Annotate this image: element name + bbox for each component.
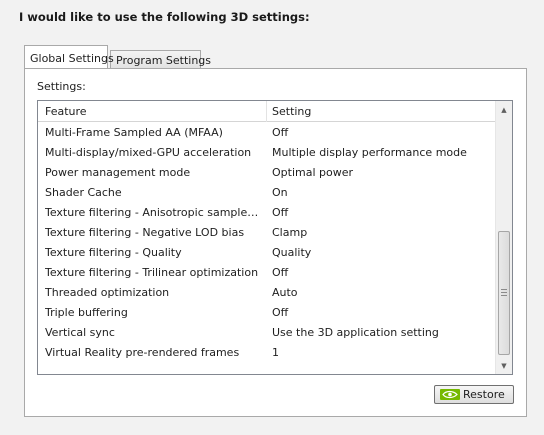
list-header: Feature Setting — [38, 101, 496, 122]
table-row[interactable]: Shader Cache On — [38, 183, 496, 203]
feature-cell: Threaded optimization — [45, 286, 170, 299]
table-row[interactable]: Texture filtering - Quality Quality — [38, 243, 496, 263]
setting-cell[interactable]: Off — [272, 126, 492, 139]
table-row[interactable]: Multi-Frame Sampled AA (MFAA) Off — [38, 123, 496, 143]
global-settings-panel: Settings: Feature Setting Multi-Frame Sa… — [24, 68, 527, 417]
chevron-down-icon[interactable]: ▼ — [496, 357, 512, 374]
tab-program-settings[interactable]: Program Settings — [110, 50, 211, 68]
restore-button-label: Restore — [463, 388, 505, 401]
feature-cell: Multi-Frame Sampled AA (MFAA) — [45, 126, 223, 139]
feature-cell: Shader Cache — [45, 186, 122, 199]
column-header-setting[interactable]: Setting — [272, 105, 311, 118]
page-title: I would like to use the following 3D set… — [19, 10, 310, 24]
setting-cell[interactable]: Off — [272, 206, 492, 219]
setting-cell[interactable]: Auto — [272, 286, 492, 299]
feature-cell: Texture filtering - Trilinear optimizati… — [45, 266, 259, 279]
feature-cell: Texture filtering - Anisotropic sample o… — [45, 206, 261, 219]
setting-cell[interactable]: Multiple display performance mode — [272, 146, 492, 159]
setting-cell[interactable]: On — [272, 186, 492, 199]
table-row[interactable]: Threaded optimization Auto — [38, 283, 496, 303]
vertical-scrollbar[interactable]: ▲ ▼ — [495, 101, 512, 374]
nvidia-logo-icon — [440, 389, 460, 400]
scrollbar-thumb[interactable] — [498, 231, 510, 355]
setting-cell[interactable]: Clamp — [272, 226, 492, 239]
table-row[interactable]: Multi-display/mixed-GPU acceleration Mult… — [38, 143, 496, 163]
setting-cell[interactable]: 1 — [272, 346, 492, 359]
setting-cell[interactable]: Optimal power — [272, 166, 492, 179]
setting-cell[interactable]: Use the 3D application setting — [272, 326, 492, 339]
feature-cell: Power management mode — [45, 166, 191, 179]
table-row[interactable]: Vertical sync Use the 3D application sett… — [38, 323, 496, 343]
tab-global-settings[interactable]: Global Settings — [24, 45, 114, 68]
restore-button[interactable]: Restore — [434, 385, 514, 404]
feature-cell: Multi-display/mixed-GPU acceleration — [45, 146, 252, 159]
feature-cell: Texture filtering - Negative LOD bias — [45, 226, 245, 239]
settings-label: Settings: — [37, 80, 86, 93]
table-row[interactable]: Virtual Reality pre-rendered frames 1 — [38, 343, 496, 363]
table-row[interactable]: Texture filtering - Negative LOD bias Cla… — [38, 223, 496, 243]
feature-cell: Texture filtering - Quality — [45, 246, 182, 259]
chevron-up-icon[interactable]: ▲ — [496, 101, 512, 118]
column-divider[interactable] — [266, 101, 267, 122]
table-row[interactable]: Texture filtering - Trilinear optimizati… — [38, 263, 496, 283]
table-row[interactable]: Power management mode Optimal power — [38, 163, 496, 183]
column-header-feature[interactable]: Feature — [45, 105, 87, 118]
settings-rows: Multi-Frame Sampled AA (MFAA) Off Multi-di… — [38, 123, 496, 363]
grip-icon — [501, 289, 507, 296]
table-row[interactable]: Texture filtering - Anisotropic sample o… — [38, 203, 496, 223]
settings-list[interactable]: Feature Setting Multi-Frame Sampled AA (… — [37, 100, 513, 375]
setting-cell[interactable]: Off — [272, 266, 492, 279]
feature-cell: Vertical sync — [45, 326, 115, 339]
setting-cell[interactable]: Quality — [272, 246, 492, 259]
setting-cell[interactable]: Off — [272, 306, 492, 319]
feature-cell: Triple buffering — [45, 306, 128, 319]
feature-cell: Virtual Reality pre-rendered frames — [45, 346, 240, 359]
table-row[interactable]: Triple buffering Off — [38, 303, 496, 323]
